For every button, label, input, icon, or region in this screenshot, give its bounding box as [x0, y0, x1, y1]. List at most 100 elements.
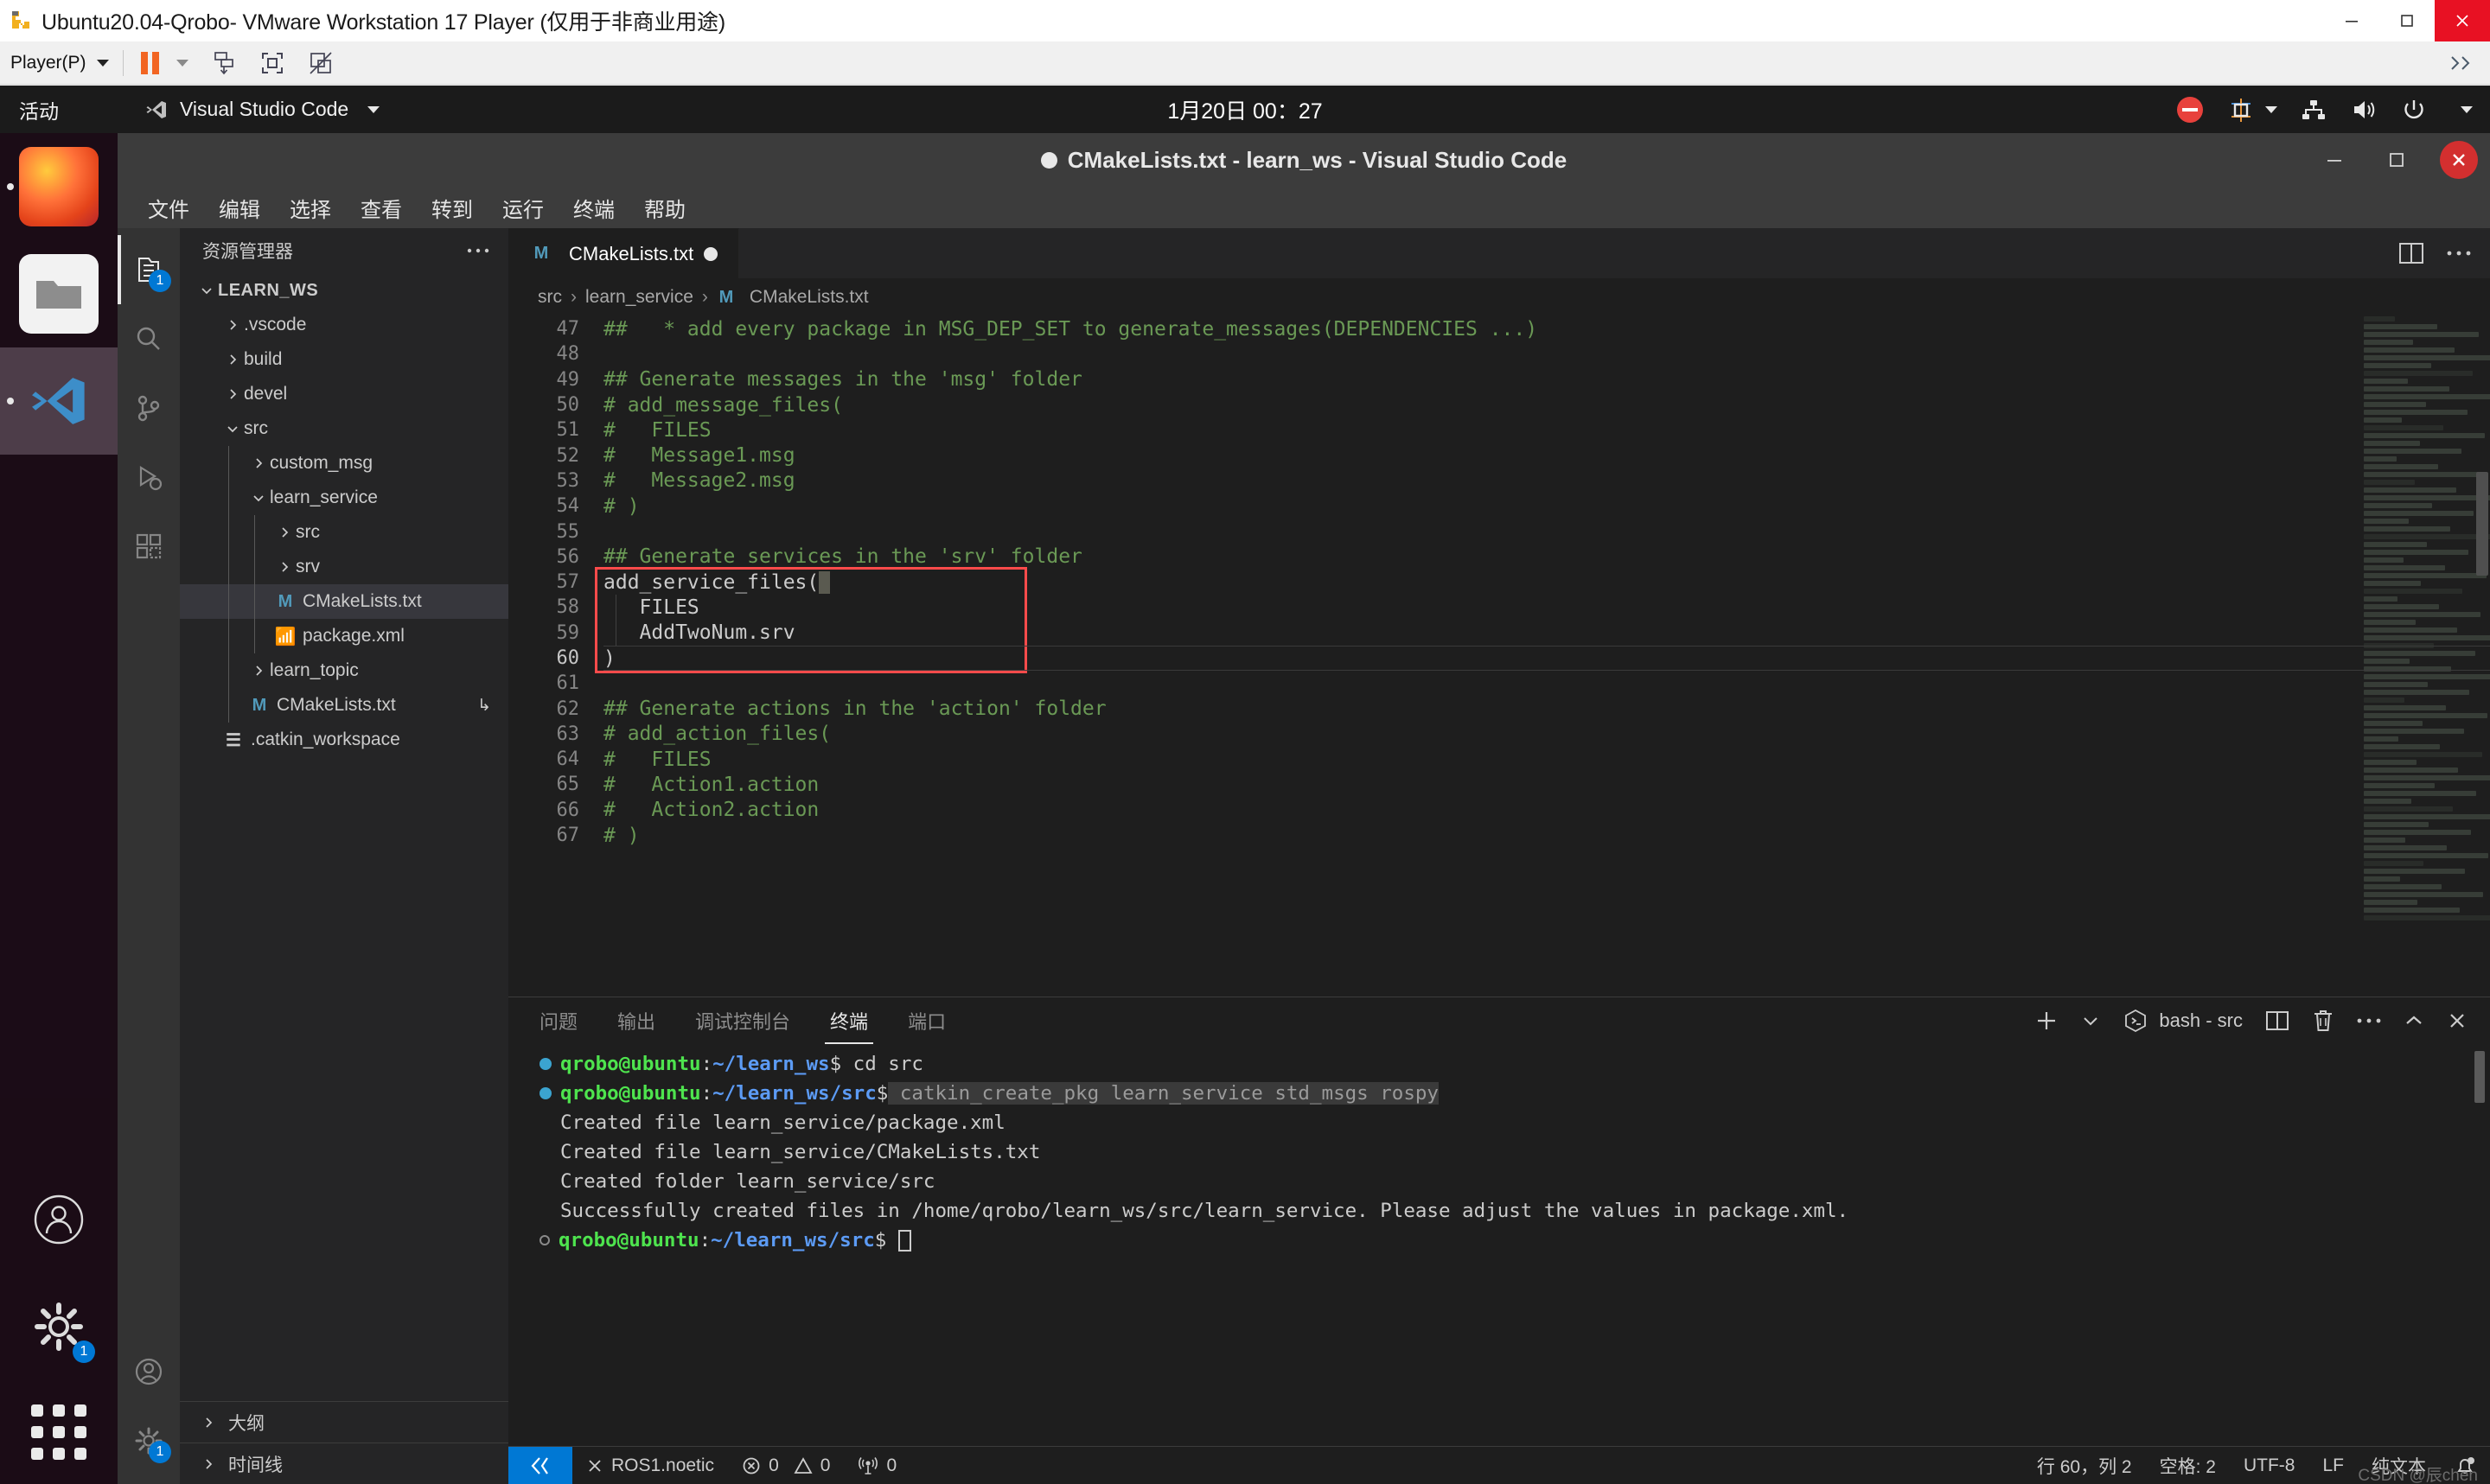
breadcrumb-item-learn-service[interactable]: learn_service [585, 287, 693, 308]
activity-extensions[interactable] [118, 512, 180, 581]
editor-tab-cmakelists[interactable]: M CMakeLists.txt [508, 228, 740, 278]
dock-item-firefox[interactable] [0, 133, 118, 240]
vscode-close-button[interactable] [2428, 133, 2490, 187]
terminal-text: Created folder learn_service/src [560, 1170, 935, 1193]
minimap-line [2364, 526, 2451, 532]
show-applications-button[interactable] [0, 1380, 118, 1484]
plus-icon[interactable] [2034, 1009, 2059, 1033]
status-indentation[interactable]: 空格: 2 [2146, 1447, 2230, 1484]
tree-folder-src[interactable]: src [180, 515, 508, 550]
tree-folder-vscode[interactable]: .vscode [180, 308, 508, 342]
app-menu-button[interactable]: Visual Studio Code [145, 98, 380, 121]
panel-tab-终端[interactable]: 终端 [825, 997, 874, 1044]
vmware-minimize-button[interactable] [2324, 0, 2379, 41]
tree-folder-learn_service[interactable]: learn_service [180, 481, 508, 515]
menu-item-4[interactable]: 转到 [417, 189, 488, 226]
status-ros-distro[interactable]: ROS1.noetic [572, 1447, 728, 1484]
terminal-scrollbar-thumb[interactable] [2474, 1051, 2485, 1103]
vm-unity-mode-button[interactable] [303, 46, 339, 80]
tree-file-catkin_workspace[interactable]: ☰ .catkin_workspace [180, 723, 508, 757]
tree-file-CMakeListstxt[interactable]: M CMakeLists.txt [180, 584, 508, 619]
ellipsis-icon[interactable] [2357, 1017, 2381, 1024]
network-icon[interactable] [2300, 96, 2327, 124]
input-method-icon[interactable] [2227, 96, 2255, 124]
activity-accounts[interactable] [118, 1337, 180, 1406]
split-editor-icon[interactable] [2398, 241, 2424, 265]
dock-item-settings[interactable]: 1 [0, 1273, 118, 1380]
tree-folder-learn_topic[interactable]: learn_topic [180, 653, 508, 688]
breadcrumb-item-src[interactable]: src [538, 287, 562, 308]
breadcrumb-item-file[interactable]: CMakeLists.txt [750, 287, 869, 308]
vm-pause-button[interactable] [137, 46, 163, 80]
vmware-restore-button[interactable] [2379, 0, 2435, 41]
vm-pause-dropdown[interactable] [163, 46, 192, 80]
status-radio-towers[interactable]: 0 [844, 1447, 910, 1484]
vscode-minimize-button[interactable] [2303, 133, 2366, 187]
menu-item-7[interactable]: 帮助 [629, 189, 700, 226]
power-icon[interactable] [2400, 96, 2428, 124]
tree-root-learn-ws[interactable]: LEARN_WS [180, 273, 508, 308]
dock-item-user[interactable] [0, 1166, 118, 1273]
ellipsis-icon[interactable] [2447, 250, 2471, 257]
tree-folder-src[interactable]: src [180, 411, 508, 446]
menu-item-3[interactable]: 查看 [346, 189, 417, 226]
activity-manage[interactable]: 1 [118, 1406, 180, 1475]
tree-folder-build[interactable]: build [180, 342, 508, 377]
panel-tab-调试控制台[interactable]: 调试控制台 [695, 997, 790, 1044]
chevron-down-icon[interactable] [2081, 1011, 2100, 1030]
panel-label: 时间线 [228, 1455, 283, 1475]
dock-item-vscode[interactable] [0, 347, 118, 455]
speaker-icon[interactable] [2350, 96, 2378, 124]
split-icon[interactable] [2265, 1010, 2289, 1032]
status-eol[interactable]: LF [2308, 1447, 2358, 1484]
editor-minimap[interactable] [2364, 316, 2490, 997]
menu-item-1[interactable]: 编辑 [204, 189, 275, 226]
menu-item-2[interactable]: 选择 [275, 189, 346, 226]
sidebar-panel-timeline[interactable]: 时间线 [180, 1443, 508, 1484]
close-icon[interactable] [2447, 1010, 2468, 1031]
editor-scrollbar-thumb[interactable] [2476, 472, 2488, 576]
tree-folder-srv[interactable]: srv [180, 550, 508, 584]
player-menu-button[interactable]: Player(P) [10, 53, 109, 73]
activity-explorer[interactable]: 1 [118, 235, 180, 304]
breadcrumb[interactable]: src › learn_service › M CMakeLists.txt [508, 278, 2490, 316]
vmware-toolbar-expand[interactable] [2448, 41, 2474, 85]
code-editor[interactable]: 47 ## * add every package in MSG_DEP_SET … [508, 316, 2490, 997]
terminal-output[interactable]: qrobo@ubuntu: ~/learn_ws $ cd src qrobo@ubu… [508, 1044, 2490, 1446]
panel-tab-输出[interactable]: 输出 [617, 997, 655, 1044]
chevron-down-icon[interactable] [2461, 105, 2473, 113]
activity-search[interactable] [118, 304, 180, 373]
tree-file-packagexml[interactable]: 📶 package.xml [180, 619, 508, 653]
status-errors[interactable]: 0 0 [728, 1447, 844, 1484]
vmware-close-button[interactable] [2435, 0, 2490, 41]
no-entry-icon[interactable] [2175, 95, 2205, 124]
status-cursor-position[interactable]: 行 60，列 2 [2023, 1447, 2146, 1484]
chevron-up-icon[interactable] [2404, 1010, 2424, 1031]
vscode-maximize-button[interactable] [2366, 133, 2428, 187]
chevron-down-icon[interactable] [2265, 105, 2277, 113]
tree-file-CMakeListstxt[interactable]: M CMakeLists.txt ↳ [180, 688, 508, 723]
status-encoding[interactable]: UTF-8 [2230, 1447, 2309, 1484]
menu-item-0[interactable]: 文件 [133, 189, 204, 226]
remote-window-indicator[interactable] [508, 1446, 572, 1484]
trash-icon[interactable] [2312, 1009, 2334, 1033]
menu-item-5[interactable]: 运行 [488, 189, 559, 226]
activity-source-control[interactable] [118, 373, 180, 443]
vm-send-key-button[interactable] [206, 46, 242, 80]
editor-scrollbar[interactable] [2474, 316, 2490, 997]
file-explorer-tree[interactable]: LEARN_WS .vscode build devel src custom_msg le… [180, 273, 508, 1401]
sidebar-panel-outline[interactable]: 大纲 [180, 1401, 508, 1443]
chevron-right-icon [273, 525, 296, 539]
activity-run-debug[interactable] [118, 443, 180, 512]
dock-item-files[interactable] [0, 240, 118, 347]
minimap-line [2364, 822, 2429, 827]
active-terminal-name[interactable]: bash - src [2123, 1008, 2243, 1034]
panel-tab-问题[interactable]: 问题 [540, 997, 578, 1044]
menu-item-6[interactable]: 终端 [559, 189, 629, 226]
vm-fullscreen-button[interactable] [254, 46, 290, 80]
tree-folder-custom_msg[interactable]: custom_msg [180, 446, 508, 481]
ellipsis-icon[interactable] [467, 247, 489, 254]
tree-folder-devel[interactable]: devel [180, 377, 508, 411]
panel-tab-端口[interactable]: 端口 [908, 997, 946, 1044]
activities-button[interactable]: 活动 [19, 95, 59, 124]
